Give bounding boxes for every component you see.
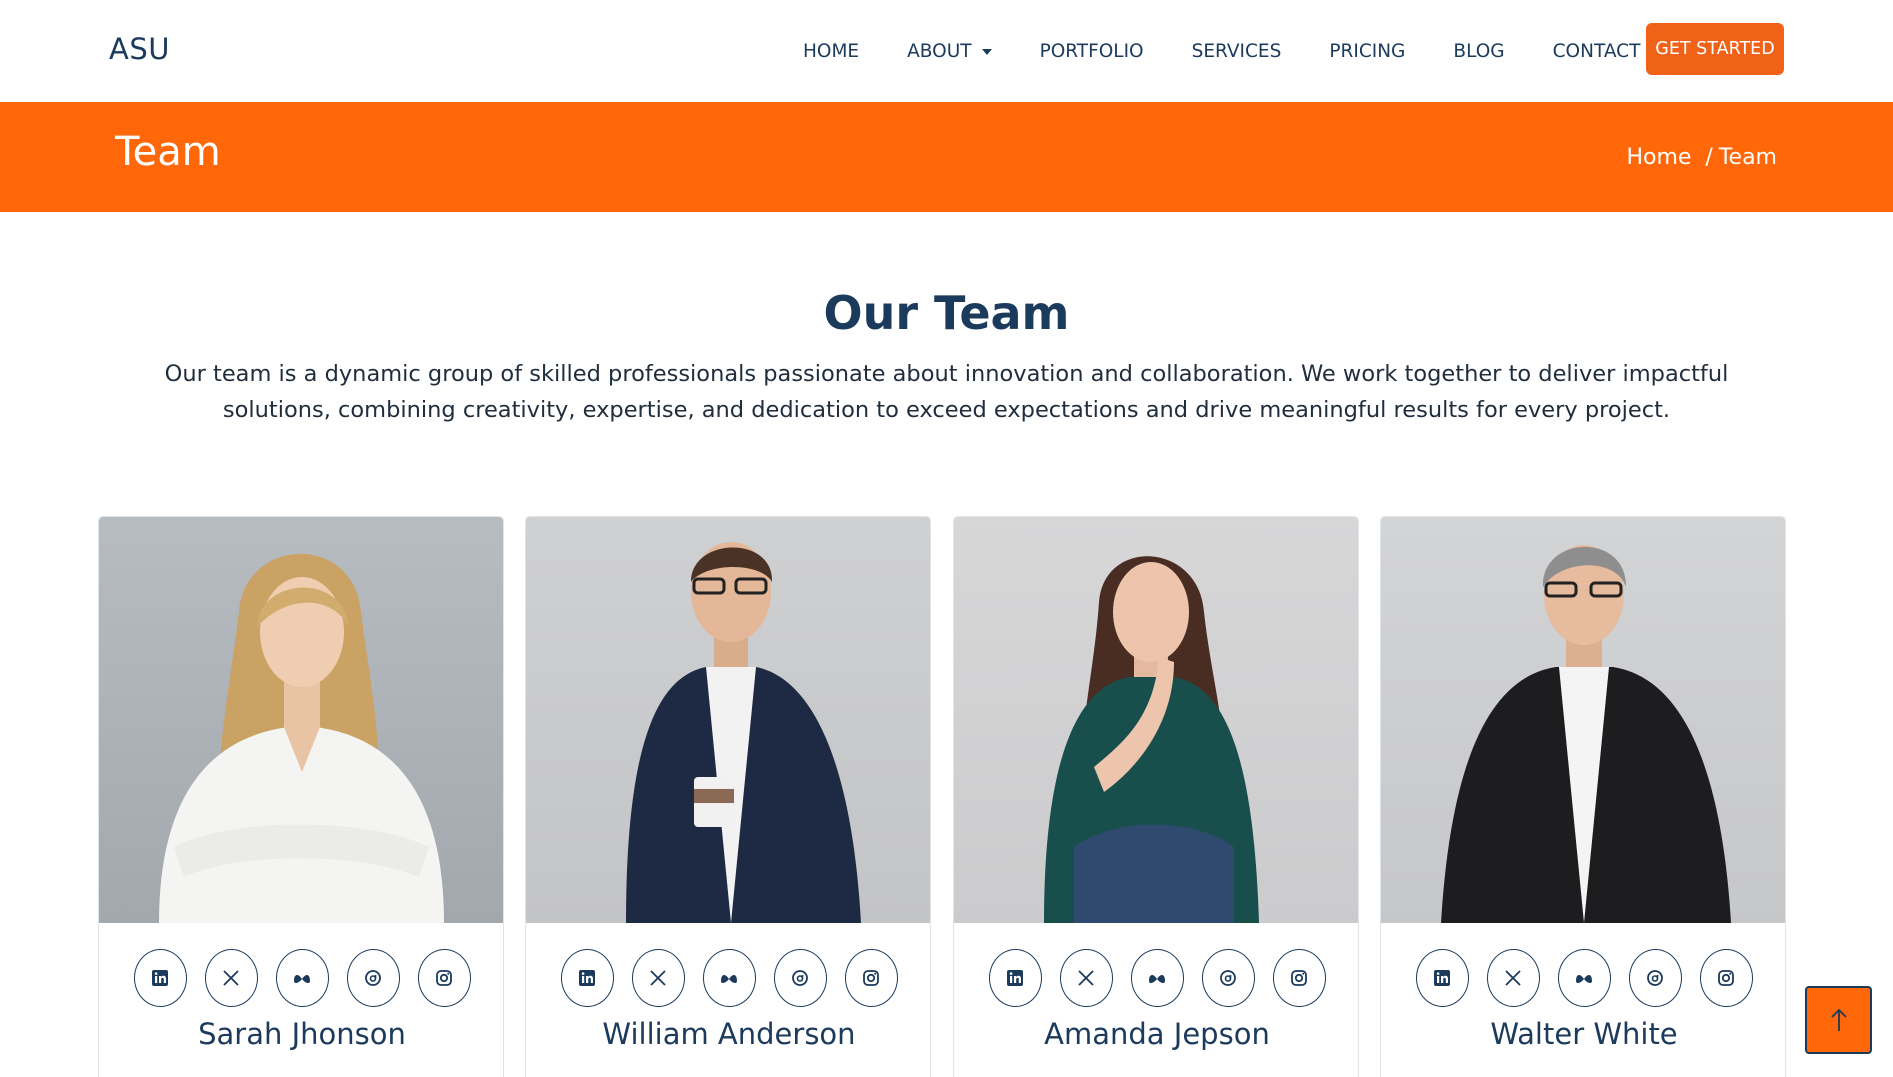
social-links xyxy=(99,949,503,1007)
instagram-icon xyxy=(863,970,879,986)
meta-link[interactable] xyxy=(702,949,756,1007)
member-photo xyxy=(954,517,1358,923)
chevron-down-icon xyxy=(981,49,992,55)
social-links xyxy=(526,949,930,1007)
linkedin-link[interactable] xyxy=(1415,949,1469,1007)
threads-icon xyxy=(1220,970,1236,986)
team-card: Walter White xyxy=(1380,516,1786,1077)
x-icon xyxy=(223,970,239,986)
arrow-up-icon xyxy=(1830,1008,1847,1031)
team-card: Amanda Jepson xyxy=(953,516,1359,1077)
nav-home-label: HOME xyxy=(803,40,860,62)
nav-item-home[interactable]: HOME xyxy=(803,41,859,62)
member-name: Sarah Jhonson xyxy=(198,1017,406,1051)
x-link[interactable] xyxy=(1059,949,1113,1007)
nav-services-label: SERVICES xyxy=(1191,40,1282,62)
nav-item-pricing[interactable]: PRICING xyxy=(1329,41,1405,62)
breadcrumb-separator: / xyxy=(1705,145,1713,170)
member-photo xyxy=(1381,517,1785,923)
top-navbar: ASU HOME ABOUT PORTFOLIO SERVICES PRICIN… xyxy=(0,0,1893,102)
instagram-icon xyxy=(436,970,452,986)
nav-item-about[interactable]: ABOUT xyxy=(907,40,992,62)
x-icon xyxy=(1078,970,1094,986)
meta-link[interactable] xyxy=(275,949,329,1007)
nav-blog-label: BLOG xyxy=(1453,40,1505,62)
breadcrumb-current: Team xyxy=(1718,145,1777,170)
page-title: Team xyxy=(115,129,221,175)
linkedin-link[interactable] xyxy=(133,949,187,1007)
social-links xyxy=(954,949,1358,1007)
nav-item-services[interactable]: SERVICES xyxy=(1192,41,1282,62)
threads-icon xyxy=(1647,970,1663,986)
instagram-link[interactable] xyxy=(1272,949,1326,1007)
nav-item-contact[interactable]: CONTACT xyxy=(1553,41,1641,62)
breadcrumb: Home / Team xyxy=(1626,145,1777,170)
social-links xyxy=(1381,949,1785,1007)
meta-icon xyxy=(721,975,737,984)
threads-link[interactable] xyxy=(1201,949,1255,1007)
x-link[interactable] xyxy=(204,949,258,1007)
threads-link[interactable] xyxy=(773,949,827,1007)
linkedin-link[interactable] xyxy=(560,949,614,1007)
instagram-icon xyxy=(1291,970,1307,986)
nav-contact-label: CONTACT xyxy=(1552,40,1641,62)
meta-icon xyxy=(1576,975,1592,984)
section-title: Our Team xyxy=(823,286,1070,340)
threads-link[interactable] xyxy=(1628,949,1682,1007)
member-name: Walter White xyxy=(1490,1017,1678,1051)
member-name: Amanda Jepson xyxy=(1044,1017,1270,1051)
section-description: Our team is a dynamic group of skilled p… xyxy=(164,361,1729,423)
nav-pricing-label: PRICING xyxy=(1329,40,1406,62)
nav-about-label: ABOUT xyxy=(907,40,972,62)
nav-portfolio-label: PORTFOLIO xyxy=(1039,40,1144,62)
meta-link[interactable] xyxy=(1557,949,1611,1007)
nav-item-portfolio[interactable]: PORTFOLIO xyxy=(1040,41,1144,62)
instagram-icon xyxy=(1718,970,1734,986)
instagram-link[interactable] xyxy=(1699,949,1753,1007)
instagram-link[interactable] xyxy=(844,949,898,1007)
instagram-link[interactable] xyxy=(417,949,471,1007)
team-card: Sarah Jhonson xyxy=(98,516,504,1077)
member-photo xyxy=(99,517,503,923)
meta-icon xyxy=(1149,975,1165,984)
breadcrumb-home-link[interactable]: Home xyxy=(1626,145,1691,170)
back-to-top-button[interactable] xyxy=(1805,986,1872,1054)
x-icon xyxy=(650,970,666,986)
linkedin-icon xyxy=(579,970,595,986)
main-nav: HOME ABOUT PORTFOLIO SERVICES PRICING BL… xyxy=(780,0,1640,102)
brand-logo[interactable]: ASU xyxy=(109,32,170,66)
linkedin-icon xyxy=(152,970,168,986)
meta-icon xyxy=(294,975,310,984)
threads-icon xyxy=(365,970,381,986)
member-photo xyxy=(526,517,930,923)
x-icon xyxy=(1505,970,1521,986)
linkedin-icon xyxy=(1434,970,1450,986)
x-link[interactable] xyxy=(631,949,685,1007)
page-banner: Team Home / Team xyxy=(0,102,1893,212)
nav-item-blog[interactable]: BLOG xyxy=(1453,41,1504,62)
team-card: William Anderson xyxy=(525,516,931,1077)
x-link[interactable] xyxy=(1486,949,1540,1007)
member-name: William Anderson xyxy=(602,1017,856,1051)
get-started-button[interactable]: GET STARTED xyxy=(1646,23,1784,75)
threads-link[interactable] xyxy=(346,949,400,1007)
linkedin-link[interactable] xyxy=(988,949,1042,1007)
threads-icon xyxy=(792,970,808,986)
linkedin-icon xyxy=(1007,970,1023,986)
meta-link[interactable] xyxy=(1130,949,1184,1007)
